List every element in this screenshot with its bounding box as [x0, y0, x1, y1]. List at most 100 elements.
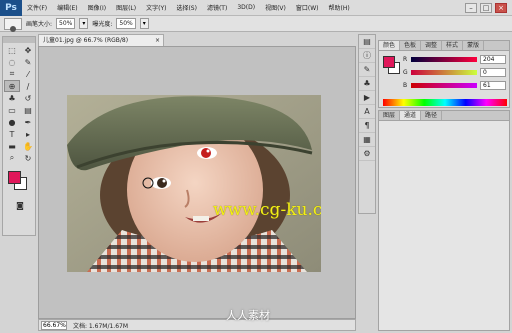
type-icon[interactable]: T	[4, 128, 20, 140]
panel-dock-strip: ▤ ⓘ ✎ ♣ ▶ A ¶ ▦ ⚙	[358, 34, 376, 214]
path-select-icon[interactable]: ▸	[20, 128, 36, 140]
hand-icon[interactable]: ✋	[20, 140, 36, 152]
tool-presets-icon[interactable]: ⚙	[359, 147, 375, 161]
tab-channels[interactable]: 通道	[400, 111, 422, 120]
history-brush-icon[interactable]: ↺	[20, 92, 36, 104]
pen-icon[interactable]: ✒	[20, 116, 36, 128]
maximize-button[interactable]: □	[480, 2, 492, 13]
blue-channel-row: B 61	[403, 81, 506, 90]
quick-mask-icon[interactable]: ◙	[12, 199, 28, 211]
tab-layers[interactable]: 图层	[379, 111, 401, 120]
quick-select-icon[interactable]: ✎	[20, 56, 36, 68]
blue-value-field[interactable]: 61	[480, 81, 506, 90]
brush-icon[interactable]: ∕	[20, 80, 36, 92]
exposure-dropdown[interactable]: ▾	[139, 18, 149, 29]
tool-grid: ⬚ ✥ ◌ ✎ ⌗ ⁄ ⊕ ∕ ♣ ↺ ▭ ▤ ● ✒ T ▸ ▬ ✋ ⌕ ↻	[3, 43, 35, 165]
move-tool-icon[interactable]: ✥	[20, 44, 36, 56]
tool-preset-picker[interactable]	[4, 17, 22, 32]
red-value-field[interactable]: 204	[480, 55, 506, 64]
menu-filter[interactable]: 滤镜(T)	[202, 3, 232, 12]
tab-styles[interactable]: 样式	[442, 41, 464, 50]
app-logo: Ps	[0, 0, 22, 16]
menu-help[interactable]: 帮助(H)	[324, 3, 355, 12]
tab-adjustments[interactable]: 调整	[421, 41, 443, 50]
document-size-info: 文档: 1.67M/1.67M	[73, 322, 129, 330]
character-panel-icon[interactable]: A	[359, 105, 375, 119]
blue-label: B	[403, 82, 408, 89]
healing-brush-icon[interactable]: ⊕	[4, 80, 20, 92]
options-bar: 画笔大小: 50% ▾ 曝光度: 50% ▾	[0, 16, 512, 32]
marquee-icon[interactable]: ⬚	[4, 44, 20, 56]
clone-source-icon[interactable]: ♣	[359, 77, 375, 91]
menu-type[interactable]: 文字(Y)	[141, 3, 171, 12]
tab-masks[interactable]: 蒙版	[463, 41, 485, 50]
green-label: G	[403, 69, 408, 76]
brush-size-dropdown[interactable]: ▾	[79, 18, 89, 29]
red-channel-row: R 204	[403, 55, 506, 64]
eraser-icon[interactable]: ▭	[4, 104, 20, 116]
info-panel-icon[interactable]: ⓘ	[359, 49, 375, 63]
panel-foreground-swatch[interactable]	[383, 56, 395, 68]
child-photo	[67, 95, 321, 272]
clone-stamp-icon[interactable]: ♣	[4, 92, 20, 104]
tab-paths[interactable]: 路径	[421, 111, 443, 120]
menu-edit[interactable]: 编辑(E)	[52, 3, 82, 12]
menu-view[interactable]: 视图(V)	[260, 3, 291, 12]
site-watermark-bottom: 人人素材	[226, 309, 270, 322]
minimize-button[interactable]: –	[465, 2, 477, 13]
toolbox: ⬚ ✥ ◌ ✎ ⌗ ⁄ ⊕ ∕ ♣ ↺ ▭ ▤ ● ✒ T ▸ ▬ ✋ ⌕ ↻ …	[2, 36, 36, 236]
red-label: R	[403, 56, 408, 63]
menu-file[interactable]: 文件(F)	[22, 3, 52, 12]
exposure-field[interactable]: 50%	[116, 18, 136, 29]
shape-icon[interactable]: ▬	[4, 140, 20, 152]
brush-panel-icon[interactable]: ✎	[359, 63, 375, 77]
document-tab-title: 儿童01.jpg @ 66.7% (RGB/8)	[43, 37, 129, 44]
status-bar: 66.67% 文档: 1.67M/1.67M	[38, 319, 356, 331]
menu-layer[interactable]: 图层(L)	[111, 3, 141, 12]
history-panel-icon[interactable]: ▤	[359, 35, 375, 49]
dodge-icon[interactable]: ●	[4, 116, 20, 128]
lasso-icon[interactable]: ◌	[4, 56, 20, 68]
close-button[interactable]: ×	[495, 2, 507, 13]
menu-image[interactable]: 图像(I)	[83, 3, 111, 12]
brush-size-label: 画笔大小:	[26, 21, 53, 28]
color-swatches	[3, 169, 35, 199]
website-watermark: www.cg-ku.com	[213, 200, 321, 220]
green-value-field[interactable]: 0	[480, 68, 506, 77]
color-spectrum-bar[interactable]	[383, 99, 507, 106]
exposure-label: 曝光度:	[92, 21, 113, 28]
document-tab-close-icon[interactable]: ×	[155, 35, 160, 46]
color-panel-tabs: 颜色 色板 调整 样式 蒙版	[379, 41, 509, 51]
color-panel: 颜色 色板 调整 样式 蒙版 R 204 G 0 B 61	[378, 40, 510, 108]
actions-panel-icon[interactable]: ▶	[359, 91, 375, 105]
photoshop-window: Ps 文件(F) 编辑(E) 图像(I) 图层(L) 文字(Y) 选择(S) 滤…	[0, 0, 512, 333]
rotate-icon[interactable]: ↻	[20, 152, 36, 164]
zoom-level-field[interactable]: 66.67%	[41, 320, 67, 330]
layers-panel: 图层 通道 路径	[378, 110, 510, 331]
blue-slider[interactable]	[411, 83, 477, 88]
foreground-color-swatch[interactable]	[8, 171, 21, 184]
zoom-icon[interactable]: ⌕	[4, 152, 20, 164]
photo-canvas[interactable]: www.cg-ku.com	[67, 95, 321, 272]
gradient-icon[interactable]: ▤	[20, 104, 36, 116]
eyedropper-icon[interactable]: ⁄	[20, 68, 36, 80]
red-slider[interactable]	[411, 57, 477, 62]
tab-color[interactable]: 颜色	[379, 41, 401, 50]
green-slider[interactable]	[411, 70, 477, 75]
menu-3d[interactable]: 3D(D)	[232, 4, 260, 11]
menu-bar: Ps 文件(F) 编辑(E) 图像(I) 图层(L) 文字(Y) 选择(S) 滤…	[0, 0, 512, 16]
layer-comps-icon[interactable]: ▦	[359, 133, 375, 147]
document-tab[interactable]: 儿童01.jpg @ 66.7% (RGB/8) ×	[38, 34, 164, 46]
canvas-area[interactable]: www.cg-ku.com	[38, 46, 356, 319]
tab-swatches[interactable]: 色板	[400, 41, 422, 50]
menu-window[interactable]: 窗口(W)	[291, 3, 324, 12]
window-controls: – □ ×	[465, 2, 512, 13]
layers-panel-tabs: 图层 通道 路径	[379, 111, 509, 121]
brush-size-field[interactable]: 50%	[56, 18, 76, 29]
menu-select[interactable]: 选择(S)	[171, 3, 202, 12]
paragraph-panel-icon[interactable]: ¶	[359, 119, 375, 133]
green-channel-row: G 0	[403, 68, 506, 77]
crop-icon[interactable]: ⌗	[4, 68, 20, 80]
brush-preset-icon	[10, 25, 16, 32]
layers-panel-body	[379, 121, 509, 330]
